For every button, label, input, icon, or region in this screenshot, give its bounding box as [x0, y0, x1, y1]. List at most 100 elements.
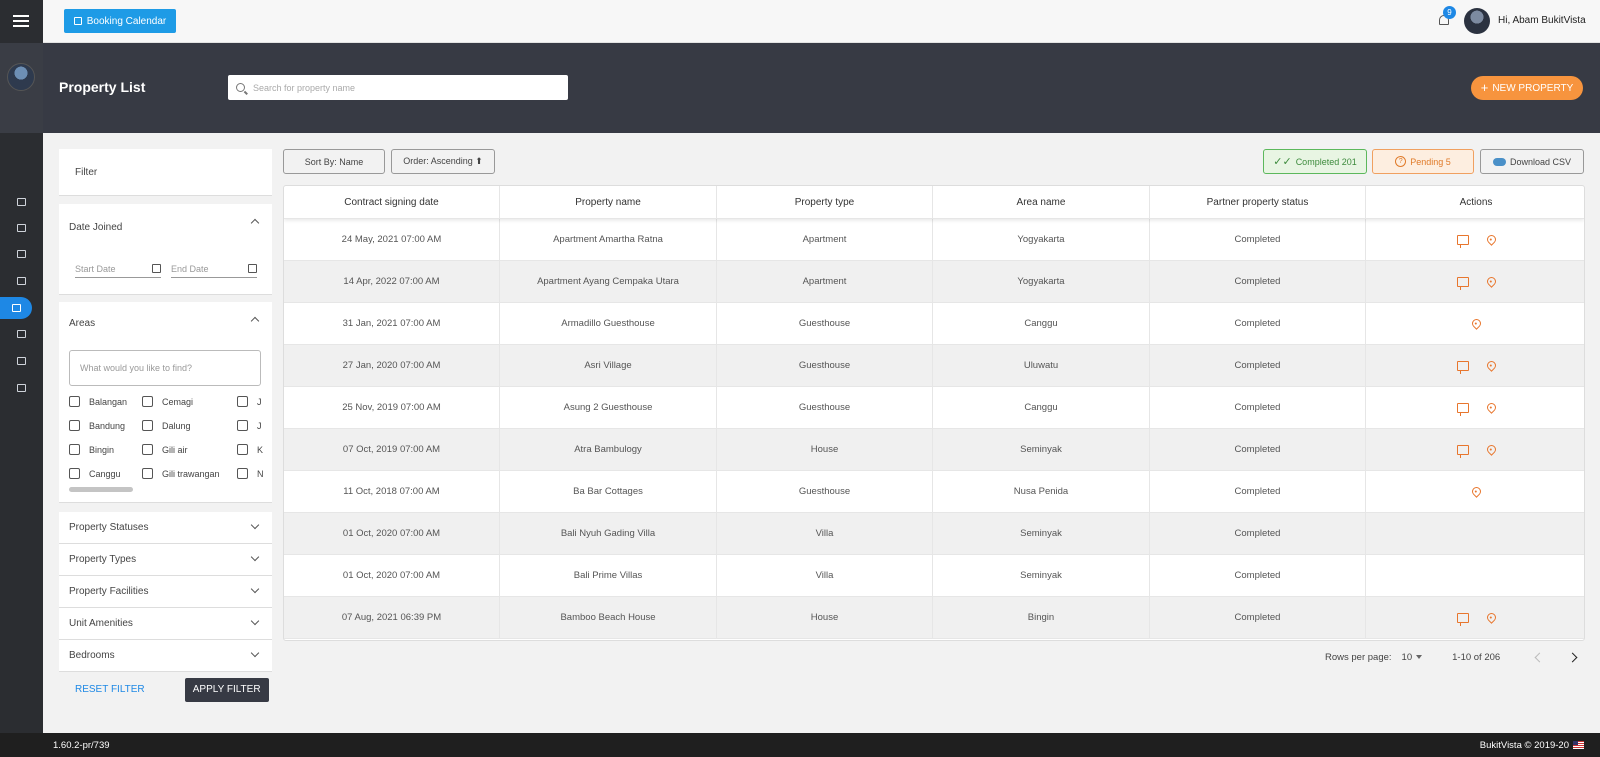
- column-header[interactable]: Actions: [1366, 186, 1584, 218]
- chat-icon[interactable]: [1456, 612, 1469, 626]
- chat-icon[interactable]: [1456, 360, 1469, 374]
- area-checkbox[interactable]: Cemagi: [142, 396, 237, 407]
- user-avatar[interactable]: [1464, 8, 1490, 34]
- chat-icon[interactable]: [1456, 276, 1469, 290]
- sidebar-item-book[interactable]: [0, 377, 43, 399]
- reset-filter-button[interactable]: RESET FILTER: [75, 684, 145, 695]
- chevron-left-icon[interactable]: [1534, 652, 1545, 662]
- table-row[interactable]: 24 May, 2021 07:00 AM Apartment Amartha R…: [284, 219, 1584, 261]
- areas-search-input[interactable]: What would you like to find?: [69, 350, 261, 386]
- checkbox-icon[interactable]: [69, 420, 80, 431]
- area-checkbox[interactable]: Gili trawangan: [142, 468, 237, 479]
- filter-section-toggle[interactable]: Bedrooms: [59, 640, 272, 672]
- apply-filter-button[interactable]: APPLY FILTER: [184, 677, 269, 702]
- avatar[interactable]: [7, 63, 35, 91]
- download-csv-button[interactable]: Download CSV: [1480, 149, 1584, 174]
- area-checkbox[interactable]: Bingin: [69, 444, 142, 455]
- search-input[interactable]: [253, 82, 543, 93]
- table-row[interactable]: 14 Apr, 2022 07:00 AM Apartment Ayang Cem…: [284, 261, 1584, 303]
- version-label: 1.60.2-pr/739: [53, 739, 110, 751]
- sidebar-item-documents[interactable]: [0, 323, 43, 345]
- area-checkbox[interactable]: Balangan: [69, 396, 142, 407]
- cell-name: Bamboo Beach House: [500, 597, 717, 638]
- menu-icon[interactable]: [13, 15, 29, 27]
- table-row[interactable]: 31 Jan, 2021 07:00 AM Armadillo Guesthous…: [284, 303, 1584, 345]
- area-checkbox[interactable]: N: [237, 468, 272, 479]
- new-property-button[interactable]: + NEW PROPERTY: [1471, 76, 1583, 100]
- table-row[interactable]: 07 Oct, 2019 07:00 AM Atra Bambulogy House…: [284, 429, 1584, 471]
- cell-date: 27 Jan, 2020 07:00 AM: [284, 345, 500, 386]
- column-header[interactable]: Property name: [500, 186, 717, 218]
- order-button[interactable]: Order: Ascending ⬆: [391, 149, 495, 174]
- completed-filter-button[interactable]: ✓✓ Completed 201: [1263, 149, 1367, 174]
- area-checkbox[interactable]: Gili air: [142, 444, 237, 455]
- filter-section-toggle[interactable]: Property Facilities: [59, 576, 272, 608]
- calendar-icon[interactable]: [248, 264, 257, 273]
- column-header[interactable]: Property type: [717, 186, 933, 218]
- column-header[interactable]: Contract signing date: [284, 186, 500, 218]
- column-header[interactable]: Partner property status: [1150, 186, 1366, 218]
- sidebar-item-list[interactable]: [0, 217, 43, 239]
- date-joined-toggle[interactable]: Date Joined: [59, 204, 272, 250]
- map-pin-icon[interactable]: [1469, 485, 1483, 498]
- sidebar-item-properties[interactable]: [0, 297, 32, 319]
- pending-filter-button[interactable]: ? Pending 5: [1372, 149, 1474, 174]
- table-row[interactable]: 01 Oct, 2020 07:00 AM Bali Nyuh Gading Vi…: [284, 513, 1584, 555]
- start-date-field[interactable]: Start Date: [75, 260, 161, 278]
- cell-name: Bali Nyuh Gading Villa: [500, 513, 717, 554]
- user-greeting[interactable]: Hi, Abam BukitVista: [1498, 15, 1586, 26]
- area-checkbox[interactable]: K: [237, 444, 272, 455]
- map-pin-icon[interactable]: [1469, 317, 1483, 330]
- chat-icon[interactable]: [1456, 234, 1469, 248]
- checkbox-icon[interactable]: [142, 396, 153, 407]
- sort-by-button[interactable]: Sort By: Name: [283, 149, 385, 174]
- table-row[interactable]: 01 Oct, 2020 07:00 AM Bali Prime Villas Vi…: [284, 555, 1584, 597]
- checkbox-icon[interactable]: [237, 468, 248, 479]
- area-checkbox[interactable]: Canggu: [69, 468, 142, 479]
- filter-section-toggle[interactable]: Property Types: [59, 544, 272, 576]
- map-pin-icon[interactable]: [1484, 233, 1498, 246]
- end-date-field[interactable]: End Date: [171, 260, 257, 278]
- table-row[interactable]: 25 Nov, 2019 07:00 AM Asung 2 Guesthouse G…: [284, 387, 1584, 429]
- property-search[interactable]: [228, 75, 568, 100]
- map-pin-icon[interactable]: [1484, 359, 1498, 372]
- sidebar-item-dashboard[interactable]: [0, 191, 43, 213]
- sidebar-item-users[interactable]: [0, 350, 43, 372]
- table-row[interactable]: 07 Aug, 2021 06:39 PM Bamboo Beach House H…: [284, 597, 1584, 639]
- chat-icon[interactable]: [1456, 444, 1469, 458]
- checkbox-icon[interactable]: [69, 468, 80, 479]
- checkbox-icon[interactable]: [142, 468, 153, 479]
- checkbox-icon[interactable]: [69, 444, 80, 455]
- area-checkbox[interactable]: Bandung: [69, 420, 142, 431]
- filter-section-toggle[interactable]: Property Statuses: [59, 512, 272, 544]
- sidebar-item-card[interactable]: [0, 243, 43, 265]
- chevron-right-icon[interactable]: [1567, 652, 1578, 662]
- column-header[interactable]: Area name: [933, 186, 1150, 218]
- table-row[interactable]: 11 Oct, 2018 07:00 AM Ba Bar Cottages Gues…: [284, 471, 1584, 513]
- checkbox-icon[interactable]: [237, 396, 248, 407]
- checkbox-icon[interactable]: [142, 444, 153, 455]
- map-pin-icon[interactable]: [1484, 611, 1498, 624]
- checkbox-icon[interactable]: [69, 396, 80, 407]
- area-checkbox[interactable]: Dalung: [142, 420, 237, 431]
- checkbox-icon[interactable]: [237, 444, 248, 455]
- area-checkbox[interactable]: J: [237, 396, 272, 407]
- rows-per-page-select[interactable]: 10: [1402, 652, 1423, 663]
- area-checkbox[interactable]: J: [237, 420, 272, 431]
- calendar-icon[interactable]: [152, 264, 161, 273]
- table-row[interactable]: 27 Jan, 2020 07:00 AM Asri Village Guestho…: [284, 345, 1584, 387]
- map-pin-icon[interactable]: [1484, 275, 1498, 288]
- areas-toggle[interactable]: Areas: [59, 302, 272, 344]
- notification-bell[interactable]: 9: [1438, 6, 1456, 27]
- cell-actions: [1366, 429, 1584, 470]
- checkbox-icon[interactable]: [237, 420, 248, 431]
- chat-icon[interactable]: [1456, 402, 1469, 416]
- map-pin-icon[interactable]: [1484, 401, 1498, 414]
- booking-calendar-button[interactable]: Booking Calendar: [64, 9, 176, 33]
- areas-scrollbar[interactable]: [69, 487, 133, 492]
- sidebar-item-calendar[interactable]: [0, 270, 43, 292]
- us-flag-icon[interactable]: [1573, 740, 1584, 749]
- map-pin-icon[interactable]: [1484, 443, 1498, 456]
- checkbox-icon[interactable]: [142, 420, 153, 431]
- filter-section-toggle[interactable]: Unit Amenities: [59, 608, 272, 640]
